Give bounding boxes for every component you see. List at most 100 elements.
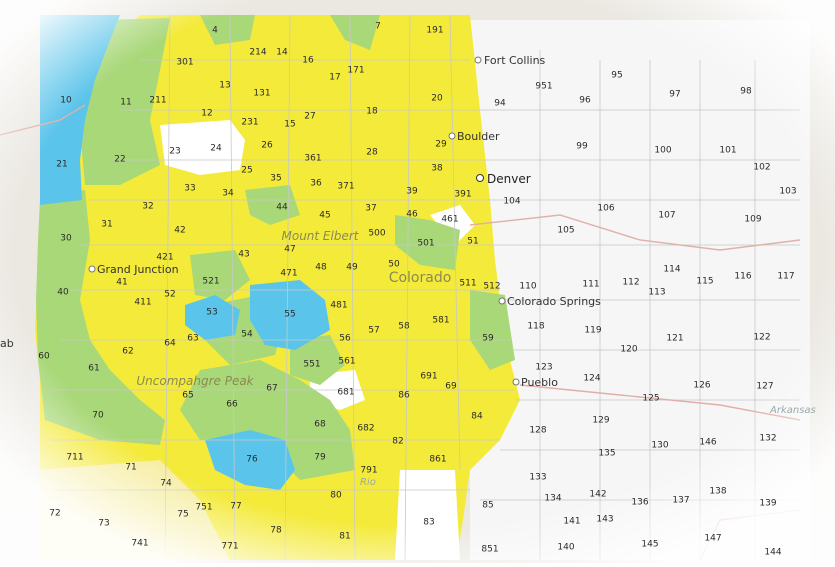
unit-label-64[interactable]: 64 xyxy=(164,339,176,349)
unit-label-145[interactable]: 145 xyxy=(641,540,658,550)
unit-label-211[interactable]: 211 xyxy=(149,96,166,106)
unit-label-861[interactable]: 861 xyxy=(429,455,446,465)
unit-label-411[interactable]: 411 xyxy=(134,298,151,308)
unit-label-171[interactable]: 171 xyxy=(347,66,364,76)
unit-label-501[interactable]: 501 xyxy=(417,239,434,249)
unit-label-512[interactable]: 512 xyxy=(483,282,500,292)
unit-label-18[interactable]: 18 xyxy=(366,107,378,117)
unit-label-122[interactable]: 122 xyxy=(753,333,770,343)
unit-label-146[interactable]: 146 xyxy=(699,438,716,448)
unit-label-58[interactable]: 58 xyxy=(398,322,410,332)
unit-label-69[interactable]: 69 xyxy=(445,382,457,392)
unit-label-102[interactable]: 102 xyxy=(753,163,770,173)
unit-label-48[interactable]: 48 xyxy=(315,263,327,273)
unit-label-21[interactable]: 21 xyxy=(56,160,67,170)
unit-label-49[interactable]: 49 xyxy=(346,263,358,273)
unit-label-31[interactable]: 31 xyxy=(101,220,112,230)
unit-label-7[interactable]: 7 xyxy=(375,22,381,32)
unit-label-33[interactable]: 33 xyxy=(184,184,195,194)
unit-label-74[interactable]: 74 xyxy=(160,479,172,489)
unit-label-28[interactable]: 28 xyxy=(366,148,378,158)
unit-label-127[interactable]: 127 xyxy=(756,382,773,392)
unit-label-25[interactable]: 25 xyxy=(241,166,252,176)
unit-label-66[interactable]: 66 xyxy=(226,400,238,410)
unit-label-134[interactable]: 134 xyxy=(544,494,561,504)
unit-label-140[interactable]: 140 xyxy=(557,543,574,553)
unit-label-83[interactable]: 83 xyxy=(423,518,434,528)
unit-label-14[interactable]: 14 xyxy=(276,48,288,58)
unit-label-77[interactable]: 77 xyxy=(230,502,241,512)
unit-label-13[interactable]: 13 xyxy=(219,81,230,91)
unit-label-79[interactable]: 79 xyxy=(314,453,326,463)
unit-label-751[interactable]: 751 xyxy=(195,503,212,513)
unit-label-4[interactable]: 4 xyxy=(212,26,218,36)
unit-label-111[interactable]: 111 xyxy=(582,280,599,290)
unit-label-62[interactable]: 62 xyxy=(122,347,133,357)
unit-label-29[interactable]: 29 xyxy=(435,140,447,150)
unit-label-34[interactable]: 34 xyxy=(222,189,234,199)
unit-label-116[interactable]: 116 xyxy=(734,272,751,282)
unit-label-35[interactable]: 35 xyxy=(270,174,281,184)
unit-label-43[interactable]: 43 xyxy=(238,250,249,260)
unit-label-143[interactable]: 143 xyxy=(596,515,613,525)
unit-label-57[interactable]: 57 xyxy=(368,326,379,336)
unit-label-130[interactable]: 130 xyxy=(651,441,668,451)
city-grand-junction[interactable]: Grand Junction xyxy=(88,263,179,276)
unit-label-137[interactable]: 137 xyxy=(672,496,689,506)
unit-label-301[interactable]: 301 xyxy=(176,58,193,68)
unit-label-118[interactable]: 118 xyxy=(527,322,544,332)
unit-label-771[interactable]: 771 xyxy=(221,542,238,552)
city-colorado-springs[interactable]: Colorado Springs xyxy=(498,295,601,308)
unit-label-44[interactable]: 44 xyxy=(276,203,288,213)
city-fort-collins[interactable]: Fort Collins xyxy=(474,54,546,67)
unit-label-85[interactable]: 85 xyxy=(482,501,493,511)
unit-label-100[interactable]: 100 xyxy=(654,146,671,156)
unit-label-40[interactable]: 40 xyxy=(57,288,69,298)
unit-label-126[interactable]: 126 xyxy=(693,381,710,391)
unit-label-581[interactable]: 581 xyxy=(432,316,449,326)
unit-label-30[interactable]: 30 xyxy=(60,234,72,244)
unit-label-52[interactable]: 52 xyxy=(164,290,175,300)
unit-label-129[interactable]: 129 xyxy=(592,416,609,426)
unit-label-371[interactable]: 371 xyxy=(337,182,354,192)
map-canvas[interactable]: Mount Elbert Colorado Uncompahgre Peak R… xyxy=(0,0,835,563)
unit-label-86[interactable]: 86 xyxy=(398,391,410,401)
unit-label-471[interactable]: 471 xyxy=(280,269,297,279)
unit-label-15[interactable]: 15 xyxy=(284,120,295,130)
unit-label-144[interactable]: 144 xyxy=(764,548,781,558)
unit-label-53[interactable]: 53 xyxy=(206,308,217,318)
unit-label-26[interactable]: 26 xyxy=(261,141,273,151)
unit-label-45[interactable]: 45 xyxy=(319,211,330,221)
unit-label-131[interactable]: 131 xyxy=(253,89,270,99)
unit-label-741[interactable]: 741 xyxy=(131,539,148,549)
unit-label-481[interactable]: 481 xyxy=(330,301,347,311)
unit-label-110[interactable]: 110 xyxy=(519,282,536,292)
unit-label-82[interactable]: 82 xyxy=(392,437,403,447)
unit-label-63[interactable]: 63 xyxy=(187,334,198,344)
unit-label-11[interactable]: 11 xyxy=(120,98,131,108)
unit-label-105[interactable]: 105 xyxy=(557,226,574,236)
unit-label-37[interactable]: 37 xyxy=(365,204,376,214)
unit-label-214[interactable]: 214 xyxy=(249,48,266,58)
unit-label-231[interactable]: 231 xyxy=(241,118,258,128)
unit-label-138[interactable]: 138 xyxy=(709,487,726,497)
unit-label-27[interactable]: 27 xyxy=(304,112,315,122)
unit-label-65[interactable]: 65 xyxy=(182,391,193,401)
unit-label-119[interactable]: 119 xyxy=(584,326,601,336)
unit-label-133[interactable]: 133 xyxy=(529,473,546,483)
unit-label-107[interactable]: 107 xyxy=(658,211,675,221)
unit-label-115[interactable]: 115 xyxy=(696,277,713,287)
unit-label-125[interactable]: 125 xyxy=(642,394,659,404)
unit-label-561[interactable]: 561 xyxy=(338,357,355,367)
unit-label-17[interactable]: 17 xyxy=(329,73,340,83)
unit-label-24[interactable]: 24 xyxy=(210,144,222,154)
unit-label-81[interactable]: 81 xyxy=(339,532,350,542)
unit-label-691[interactable]: 691 xyxy=(420,372,437,382)
unit-label-106[interactable]: 106 xyxy=(597,204,614,214)
unit-label-98[interactable]: 98 xyxy=(740,87,752,97)
unit-label-132[interactable]: 132 xyxy=(759,434,776,444)
unit-label-46[interactable]: 46 xyxy=(406,210,418,220)
unit-label-109[interactable]: 109 xyxy=(744,215,761,225)
unit-label-421[interactable]: 421 xyxy=(156,253,173,263)
unit-label-141[interactable]: 141 xyxy=(563,517,580,527)
